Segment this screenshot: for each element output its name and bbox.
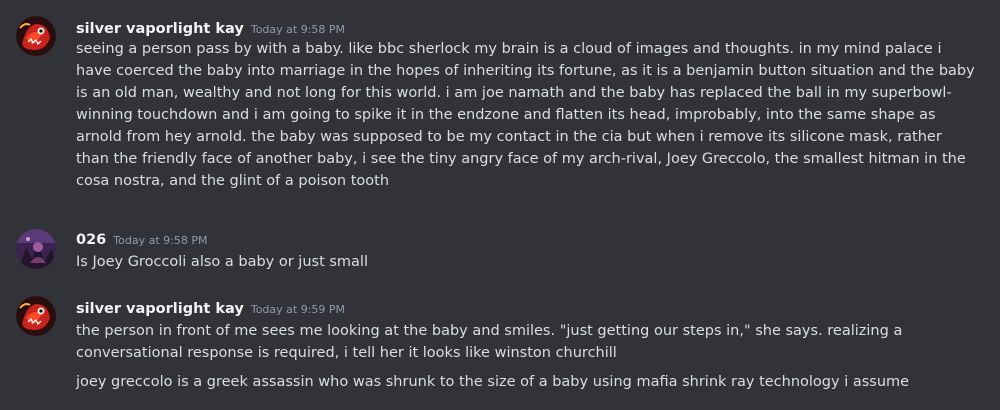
message-text: joey greccolo is a greek assassin who wa… <box>76 374 910 390</box>
message-text: the person in front of me sees me lookin… <box>76 323 903 361</box>
username[interactable]: silver vaporlight kay <box>76 301 244 317</box>
username[interactable]: 026 <box>76 232 106 248</box>
red-creature-avatar-icon[interactable] <box>16 16 56 56</box>
red-creature-avatar-icon[interactable] <box>16 296 56 336</box>
message-text: seeing a person pass by with a baby. lik… <box>76 41 975 189</box>
timestamp: Today at 9:58 PM <box>250 23 346 36</box>
timestamp: Today at 9:59 PM <box>250 303 346 316</box>
chat-messages: silver vaporlight kay Today at 9:58 PM se… <box>0 0 1000 410</box>
username[interactable]: silver vaporlight kay <box>76 21 244 37</box>
purple-figure-avatar-icon[interactable] <box>16 229 56 269</box>
message-text: Is Joey Groccoli also a baby or just sma… <box>76 254 368 270</box>
timestamp: Today at 9:58 PM <box>113 234 208 247</box>
